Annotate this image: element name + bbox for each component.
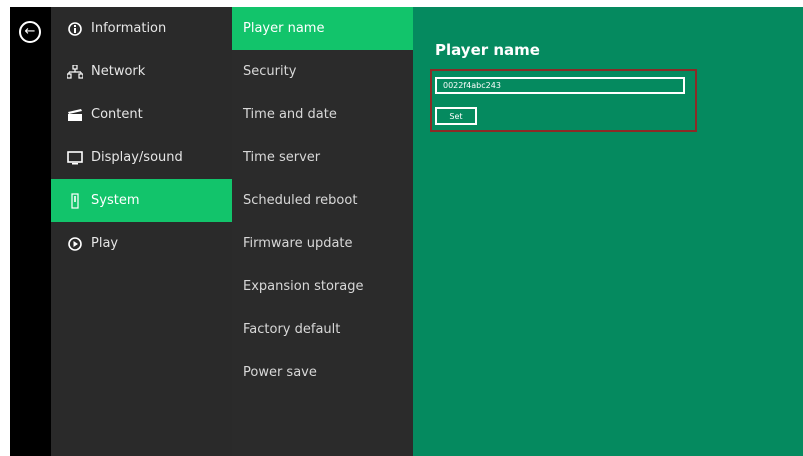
player-name-input[interactable] (435, 77, 685, 94)
nav-item-content[interactable]: Content (51, 93, 232, 136)
submenu-item-time-and-date[interactable]: Time and date (232, 93, 413, 136)
submenu-item-factory-default[interactable]: Factory default (232, 308, 413, 351)
submenu-item-player-name[interactable]: Player name (232, 7, 413, 50)
nav-item-label: Content (91, 107, 143, 122)
nav-item-system[interactable]: System (51, 179, 232, 222)
clapperboard-icon (67, 107, 83, 123)
info-icon (67, 21, 83, 37)
network-icon (67, 64, 83, 80)
nav-item-label: Play (91, 236, 119, 251)
page-title: Player name (435, 41, 540, 59)
submenu-item-power-save[interactable]: Power save (232, 351, 413, 394)
nav-item-label: System (91, 193, 140, 208)
play-icon (67, 236, 83, 252)
set-button[interactable]: Set (435, 107, 477, 125)
back-button[interactable]: ← (19, 21, 41, 43)
nav-item-label: Network (91, 64, 146, 79)
submenu-item-time-server[interactable]: Time server (232, 136, 413, 179)
nav-item-network[interactable]: Network (51, 50, 232, 93)
monitor-icon (67, 150, 83, 166)
submenu-item-security[interactable]: Security (232, 50, 413, 93)
system-submenu: Player name Security Time and date Time … (232, 7, 413, 456)
nav-item-display-sound[interactable]: Display/sound (51, 136, 232, 179)
submenu-item-firmware-update[interactable]: Firmware update (232, 222, 413, 265)
app-window: ← Information Network Content Display/so… (10, 7, 803, 456)
main-nav: Information Network Content Display/soun… (51, 7, 232, 456)
nav-item-play[interactable]: Play (51, 222, 232, 265)
arrow-left-icon: ← (24, 24, 36, 39)
nav-item-information[interactable]: Information (51, 7, 232, 50)
back-rail: ← (10, 7, 51, 456)
nav-item-label: Display/sound (91, 150, 183, 165)
content-panel: Player name Set (413, 7, 803, 456)
submenu-item-scheduled-reboot[interactable]: Scheduled reboot (232, 179, 413, 222)
system-icon (67, 192, 83, 209)
nav-item-label: Information (91, 21, 167, 36)
submenu-item-expansion-storage[interactable]: Expansion storage (232, 265, 413, 308)
